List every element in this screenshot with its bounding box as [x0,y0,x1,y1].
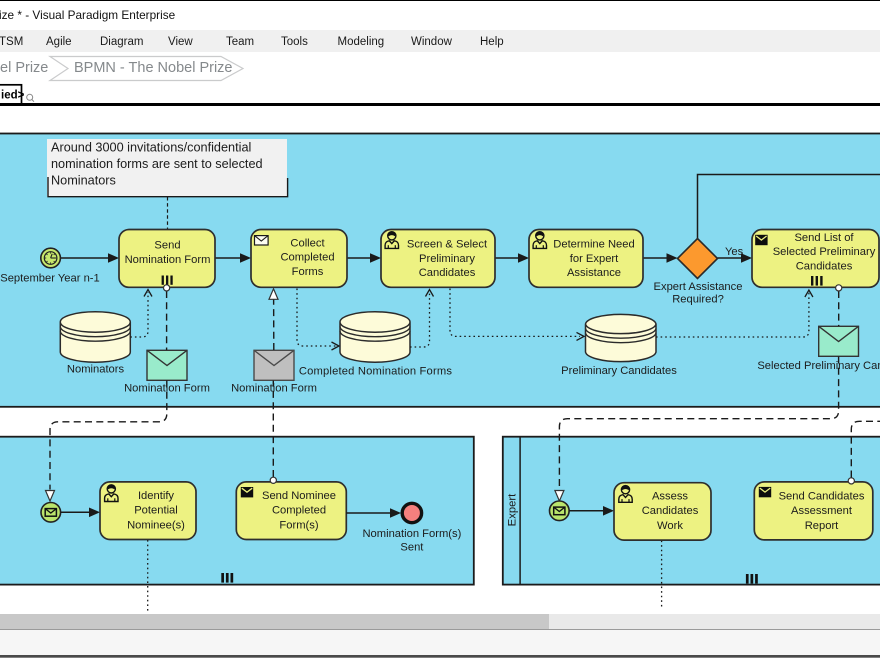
svg-text:Nomination Form(s): Nomination Form(s) [362,528,461,540]
svg-text:Collect: Collect [290,237,325,249]
svg-text:Sent: Sent [400,541,424,553]
svg-text:Nominators: Nominators [51,174,116,188]
svg-text:Assistance: Assistance [567,267,621,279]
svg-text:Nominators: Nominators [67,364,125,376]
svg-text:nomination forms are sent to s: nomination forms are sent to selected [51,157,263,171]
svg-text:Send: Send [154,240,180,252]
svg-text:Yes: Yes [725,246,744,258]
svg-text:Forms: Forms [292,266,324,278]
svg-text:Identify: Identify [138,490,174,502]
svg-text:Assess: Assess [652,491,688,503]
svg-text:September Year n-1: September Year n-1 [0,272,100,284]
svg-text:for Expert: for Expert [570,253,619,265]
svg-text:Determine Need: Determine Need [553,239,634,251]
svg-text:Required?: Required? [672,293,724,305]
svg-text:Nominee(s): Nominee(s) [127,519,185,531]
svg-text:Completed Nomination Forms: Completed Nomination Forms [299,366,453,378]
svg-text:Nomination Form: Nomination Form [125,254,211,266]
svg-text:Expert Assistance: Expert Assistance [654,281,743,293]
svg-text:Potential: Potential [134,504,178,516]
svg-text:ied>: ied> [1,90,25,102]
svg-text:Candidates: Candidates [419,267,476,279]
svg-text:Form(s): Form(s) [279,519,318,531]
svg-text:Expert: Expert [506,493,518,527]
svg-text:Send Candidates: Send Candidates [779,491,865,503]
svg-text:Work: Work [657,520,683,532]
svg-text:Selected Preliminary Candidate: Selected Preliminary Candidates [757,360,880,372]
svg-text:Candidates: Candidates [796,260,853,272]
svg-text:Candidates: Candidates [642,505,699,517]
svg-text:Selected Preliminary: Selected Preliminary [773,246,876,258]
svg-text:Screen & Select: Screen & Select [407,239,488,251]
svg-text:Completed: Completed [272,504,326,516]
svg-text:Send Nominee: Send Nominee [262,490,336,502]
svg-text:Report: Report [805,520,839,532]
svg-text:Around 3000 invitations/confid: Around 3000 invitations/confidential [51,141,251,155]
svg-text:Preliminary: Preliminary [419,253,475,265]
svg-text:Completed: Completed [280,252,334,264]
svg-text:Assessment: Assessment [791,505,853,517]
svg-text:Send List of: Send List of [794,232,854,244]
svg-text:Nomination Form: Nomination Form [231,383,317,395]
svg-text:Preliminary Candidates: Preliminary Candidates [561,365,677,377]
